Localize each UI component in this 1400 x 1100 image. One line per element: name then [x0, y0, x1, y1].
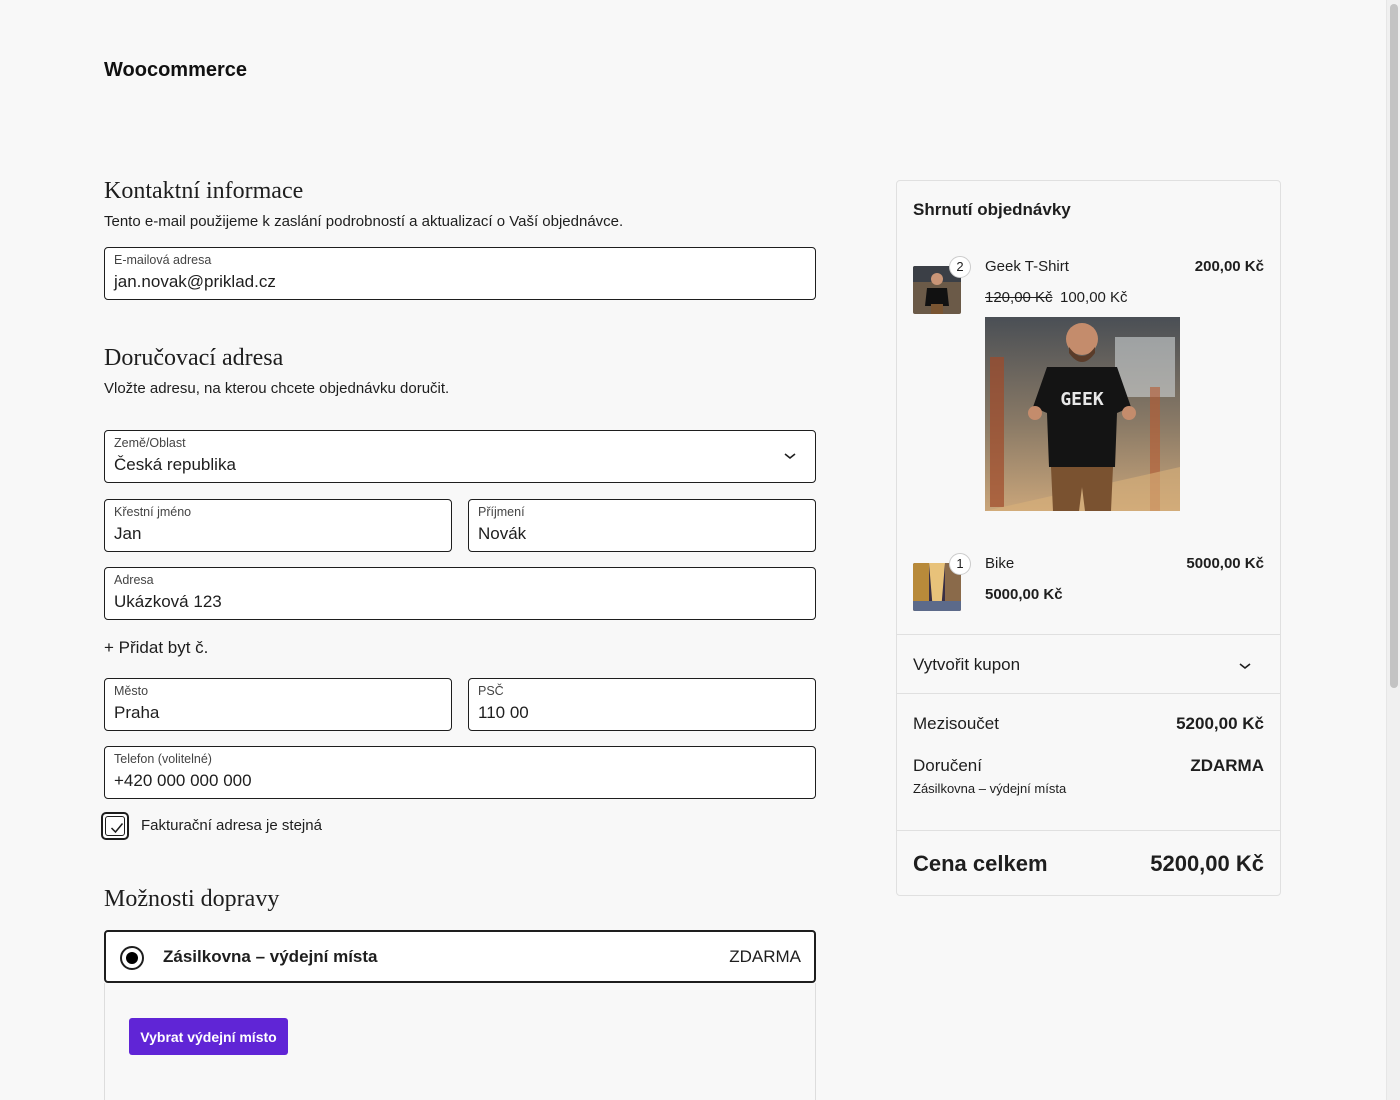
tshirt-image-print: GEEK [1060, 389, 1104, 410]
country-label: Země/Oblast [114, 436, 186, 450]
tshirt-regular-price: 120,00 Kč [985, 289, 1053, 306]
zip-value[interactable]: 110 00 [478, 703, 529, 723]
page-scrollbar[interactable] [1386, 0, 1400, 1100]
subtotal-label: Mezisoučet [913, 714, 999, 733]
contact-description: Tento e-mail použijeme k zaslání podrobn… [104, 213, 624, 230]
scrollbar-thumb[interactable] [1390, 4, 1398, 688]
zip-label: PSČ [478, 684, 504, 698]
bike-total: 5000,00 Kč [1186, 555, 1264, 572]
order-summary: Shrnutí objednávky 2 Geek T-Shirt 200,00… [896, 180, 1281, 896]
tshirt-name[interactable]: Geek T-Shirt [985, 258, 1069, 275]
last-name-value[interactable]: Novák [478, 524, 526, 544]
country-value[interactable]: Česká republika [114, 455, 236, 475]
delivery-method: Zásilkovna – výdejní místa [913, 781, 1067, 796]
country-select[interactable]: Země/Oblast Česká republika [104, 430, 816, 483]
tshirt-quantity-badge: 2 [949, 256, 971, 278]
zip-field[interactable]: PSČ 110 00 [468, 678, 816, 731]
email-value[interactable]: jan.novak@priklad.cz [114, 272, 276, 292]
site-title[interactable]: Woocommerce [104, 59, 247, 82]
shipping-address-heading: Doručovací adresa [104, 345, 284, 371]
tshirt-total: 200,00 Kč [1194, 258, 1264, 275]
total-label: Cena celkem [913, 851, 1048, 876]
city-field[interactable]: Město Praha [104, 678, 452, 731]
check-icon [110, 823, 124, 834]
chevron-down-icon[interactable] [1236, 657, 1254, 675]
shipping-option-radio[interactable] [120, 946, 144, 970]
add-apartment-link[interactable]: + Přidat byt č. [104, 638, 208, 658]
shipping-option-price: ZDARMA [729, 947, 801, 966]
first-name-value[interactable]: Jan [114, 524, 141, 544]
summary-divider [897, 830, 1280, 831]
shipping-options-heading: Možnosti dopravy [104, 886, 280, 912]
city-value[interactable]: Praha [114, 703, 159, 723]
summary-divider [897, 634, 1280, 635]
tshirt-product-image: GEEK [985, 317, 1180, 511]
shipping-option-name: Zásilkovna – výdejní místa [163, 947, 378, 966]
bike-quantity-badge: 1 [949, 553, 971, 575]
first-name-label: Křestní jméno [114, 505, 192, 519]
coupon-toggle[interactable]: Vytvořit kupon [913, 655, 1020, 675]
billing-same-label[interactable]: Fakturační adresa je stejná [141, 817, 322, 834]
phone-value[interactable]: +420 000 000 000 [114, 771, 252, 791]
summary-divider [897, 693, 1280, 694]
last-name-label: Příjmení [478, 505, 525, 519]
delivery-value: ZDARMA [1190, 756, 1264, 775]
billing-same-checkbox[interactable] [101, 812, 129, 840]
subtotal-value: 5200,00 Kč [1176, 714, 1264, 733]
contact-heading: Kontaktní informace [104, 178, 304, 204]
chevron-down-icon[interactable] [781, 447, 799, 465]
email-label: E-mailová adresa [114, 253, 212, 267]
shipping-option-zasilkovna[interactable]: Zásilkovna – výdejní místa ZDARMA [104, 930, 816, 983]
first-name-field[interactable]: Křestní jméno Jan [104, 499, 452, 552]
phone-field[interactable]: Telefon (volitelné) +420 000 000 000 [104, 746, 816, 799]
order-summary-title: Shrnutí objednávky [913, 200, 1071, 219]
phone-label: Telefon (volitelné) [114, 752, 212, 766]
select-pickup-point-button[interactable]: Vybrat výdejní místo [129, 1018, 288, 1055]
address-field[interactable]: Adresa Ukázková 123 [104, 567, 816, 620]
delivery-label: Doručení [913, 756, 982, 775]
radio-selected-dot [126, 952, 138, 964]
bike-price: 5000,00 Kč [985, 586, 1063, 603]
shipping-address-description: Vložte adresu, na kterou chcete objednáv… [104, 380, 450, 397]
city-label: Město [114, 684, 149, 698]
tshirt-sale-price: 100,00 Kč [1060, 289, 1128, 306]
last-name-field[interactable]: Příjmení Novák [468, 499, 816, 552]
address-value[interactable]: Ukázková 123 [114, 592, 222, 612]
email-field[interactable]: E-mailová adresa jan.novak@priklad.cz [104, 247, 816, 300]
total-value: 5200,00 Kč [1150, 851, 1264, 876]
address-label: Adresa [114, 573, 154, 587]
checkbox-inner [105, 816, 125, 836]
bike-name[interactable]: Bike [985, 555, 1014, 572]
